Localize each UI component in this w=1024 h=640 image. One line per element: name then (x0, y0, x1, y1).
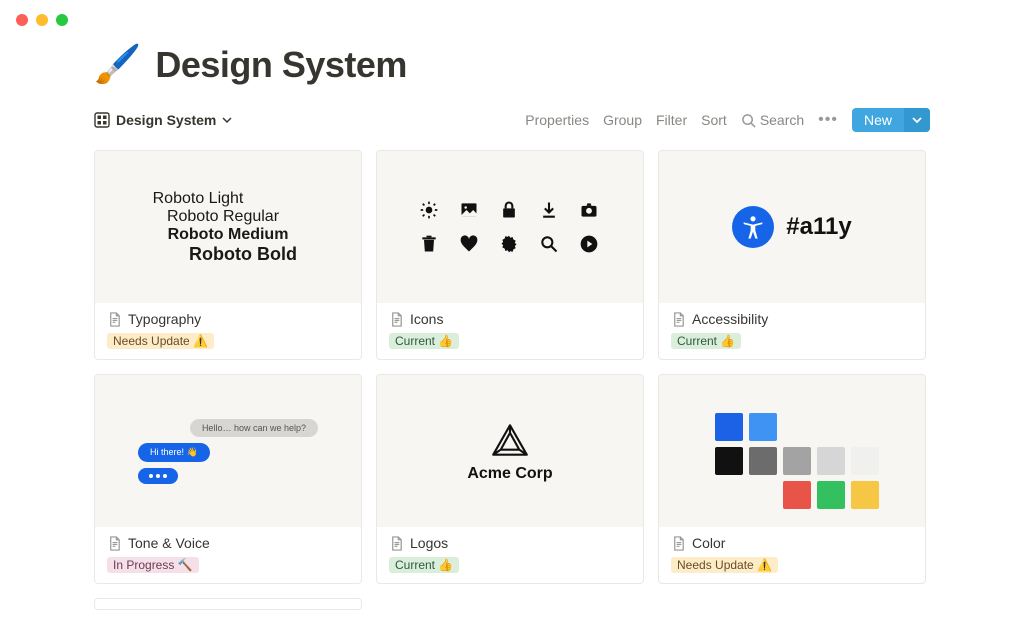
properties-button[interactable]: Properties (525, 112, 589, 128)
search-icon (741, 113, 756, 128)
close-window-icon[interactable] (16, 14, 28, 26)
lock-icon (498, 199, 520, 221)
card-title-row: Tone & Voice (107, 535, 349, 551)
sort-button[interactable]: Sort (701, 112, 727, 128)
gallery-view-icon (94, 112, 110, 128)
card-tone-voice[interactable]: Hello… how can we help? Hi there! 👋 Tone… (94, 374, 362, 584)
color-swatch (715, 447, 743, 475)
card-title: Icons (410, 311, 443, 327)
new-button[interactable]: New (852, 108, 930, 132)
card-title: Typography (128, 311, 201, 327)
card-title: Color (692, 535, 725, 551)
color-swatch (851, 447, 879, 475)
color-swatch (817, 447, 845, 475)
swatch-row-3 (783, 481, 879, 509)
page-title[interactable]: Design System (155, 44, 407, 86)
color-swatch (783, 447, 811, 475)
search-icon (538, 233, 560, 255)
card-cover: Roboto Light Roboto Regular Roboto Mediu… (95, 151, 361, 303)
view-name: Design System (116, 112, 216, 128)
page-icon (389, 312, 404, 327)
card-accessibility[interactable]: #a11y Accessibility Current 👍 (658, 150, 926, 360)
status-tag: Current 👍 (389, 557, 459, 573)
card-cover (377, 151, 643, 303)
font-sample-medium: Roboto Medium (168, 226, 289, 244)
search-button[interactable]: Search (741, 112, 804, 128)
page-icon (671, 536, 686, 551)
status-tag: Current 👍 (671, 333, 741, 349)
view-switcher[interactable]: Design System (94, 112, 232, 128)
chat-bubble-outgoing: Hi there! 👋 (138, 443, 210, 462)
card-title: Accessibility (692, 311, 768, 327)
font-sample-regular: Roboto Regular (167, 208, 279, 226)
card-color[interactable]: Color Needs Update ⚠️ (658, 374, 926, 584)
swatch-row-1 (715, 413, 777, 441)
page-icon (107, 536, 122, 551)
accessibility-icon (732, 206, 774, 248)
heart-icon (458, 233, 480, 255)
window-traffic-lights (16, 14, 68, 26)
maximize-window-icon[interactable] (56, 14, 68, 26)
card-cover: Acme Corp (377, 375, 643, 527)
download-icon (538, 199, 560, 221)
trash-icon (418, 233, 440, 255)
page-header: 🖌️ Design System (94, 44, 930, 86)
card-cover: Hello… how can we help? Hi there! 👋 (95, 375, 361, 527)
card-logos[interactable]: Acme Corp Logos Current 👍 (376, 374, 644, 584)
card-cover (659, 375, 925, 527)
chat-typing-indicator (138, 468, 178, 484)
a11y-hashtag: #a11y (786, 213, 851, 241)
card-cover: #a11y (659, 151, 925, 303)
color-swatch (783, 481, 811, 509)
status-tag: Needs Update ⚠️ (671, 557, 778, 573)
search-label: Search (760, 112, 804, 128)
card-stub[interactable] (94, 598, 362, 610)
card-title-row: Accessibility (671, 311, 913, 327)
status-tag: Needs Update ⚠️ (107, 333, 214, 349)
page-emoji-icon[interactable]: 🖌️ (94, 46, 141, 84)
page-icon (671, 312, 686, 327)
brand-name: Acme Corp (467, 465, 552, 483)
card-typography[interactable]: Roboto Light Roboto Regular Roboto Mediu… (94, 150, 362, 360)
minimize-window-icon[interactable] (36, 14, 48, 26)
page-icon (389, 536, 404, 551)
image-icon (458, 199, 480, 221)
filter-button[interactable]: Filter (656, 112, 687, 128)
status-tag: Current 👍 (389, 333, 459, 349)
more-options-button[interactable]: ••• (818, 112, 838, 128)
new-button-dropdown[interactable] (904, 108, 930, 132)
brightness-icon (418, 199, 440, 221)
play-icon (578, 233, 600, 255)
status-tag: In Progress 🔨 (107, 557, 199, 573)
database-actions: Properties Group Filter Sort Search ••• … (525, 108, 930, 132)
color-swatch (749, 447, 777, 475)
camera-icon (578, 199, 600, 221)
penrose-triangle-icon (489, 419, 531, 461)
color-swatch (749, 413, 777, 441)
chevron-down-icon (912, 115, 922, 125)
card-title: Logos (410, 535, 448, 551)
card-title: Tone & Voice (128, 535, 210, 551)
swatch-row-2 (715, 447, 879, 475)
card-title-row: Logos (389, 535, 631, 551)
card-icons[interactable]: Icons Current 👍 (376, 150, 644, 360)
card-title-row: Color (671, 535, 913, 551)
color-swatch (715, 413, 743, 441)
font-sample-bold: Roboto Bold (189, 244, 297, 265)
new-button-label: New (852, 108, 904, 132)
gear-icon (498, 233, 520, 255)
chevron-down-icon (222, 115, 232, 125)
color-swatch (817, 481, 845, 509)
chat-bubble-incoming: Hello… how can we help? (190, 419, 318, 437)
database-header: Design System Properties Group Filter So… (94, 108, 930, 132)
card-title-row: Typography (107, 311, 349, 327)
page-icon (107, 312, 122, 327)
color-swatch (851, 481, 879, 509)
card-title-row: Icons (389, 311, 631, 327)
group-button[interactable]: Group (603, 112, 642, 128)
font-sample-light: Roboto Light (153, 190, 244, 208)
